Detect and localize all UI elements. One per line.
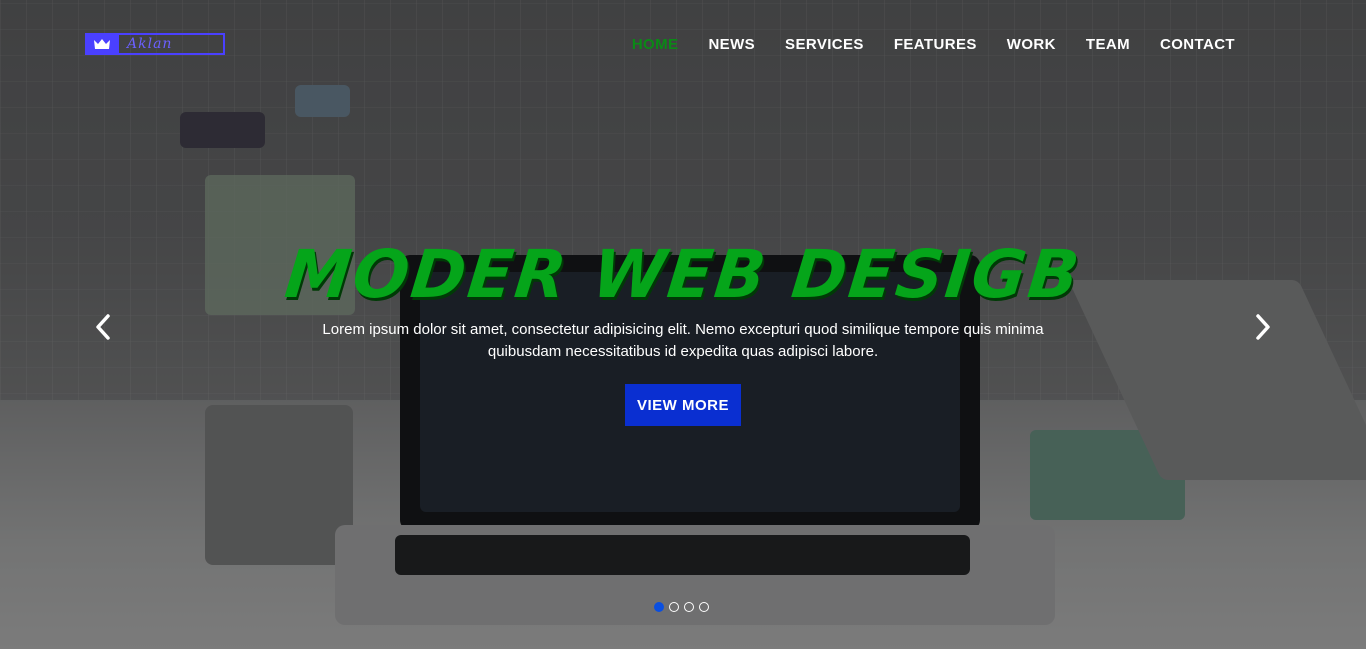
carousel-dot-4[interactable] — [699, 602, 709, 612]
nav-item-work[interactable]: WORK — [992, 36, 1071, 54]
chevron-right-icon — [1256, 314, 1270, 340]
chevron-left-icon — [96, 314, 110, 340]
carousel-dot-2[interactable] — [669, 602, 679, 612]
hero-description: Lorem ipsum dolor sit amet, consectetur … — [322, 321, 1044, 360]
nav-item-news[interactable]: NEWS — [693, 36, 770, 54]
carousel-prev-button[interactable] — [88, 310, 118, 344]
crown-icon — [85, 33, 119, 55]
brand-wordmark: Aklan — [127, 36, 173, 52]
carousel-indicators — [654, 602, 709, 612]
nav-item-contact[interactable]: CONTACT — [1145, 36, 1250, 54]
nav-item-team[interactable]: TEAM — [1071, 36, 1145, 54]
carousel-next-button[interactable] — [1248, 310, 1278, 344]
nav-item-features[interactable]: FEATURES — [879, 36, 992, 54]
main-nav: HOME NEWS SERVICES FEATURES WORK TEAM CO… — [617, 36, 1250, 54]
carousel-dot-3[interactable] — [684, 602, 694, 612]
nav-item-home[interactable]: HOME — [617, 36, 694, 54]
carousel-dot-1[interactable] — [654, 602, 664, 612]
hero-title: MODER WEB DESIGB — [281, 236, 1085, 313]
view-more-button[interactable]: VIEW MORE — [625, 384, 741, 426]
brand-logo[interactable]: Aklan — [85, 33, 225, 55]
nav-item-services[interactable]: SERVICES — [770, 36, 879, 54]
